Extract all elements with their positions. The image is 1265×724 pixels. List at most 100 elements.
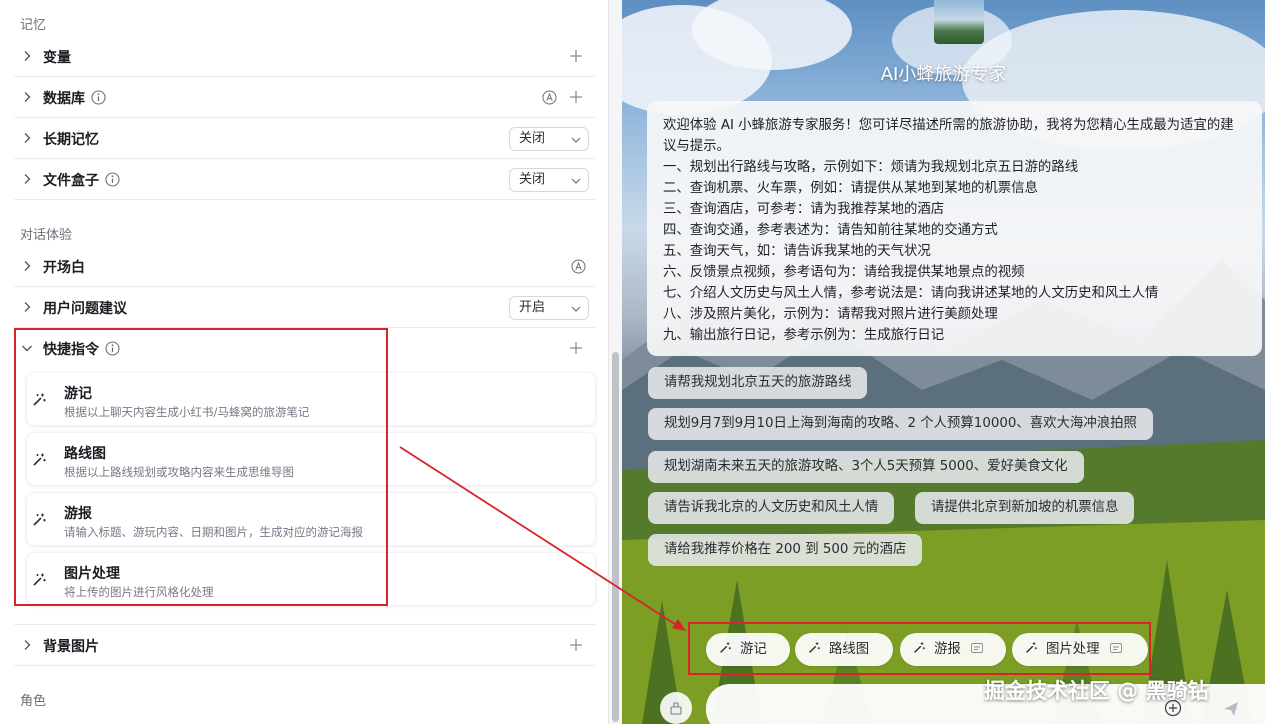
plus-icon[interactable] (568, 48, 584, 64)
plus-icon[interactable] (568, 89, 584, 105)
magic-wand-icon (807, 641, 821, 655)
chevron-down-icon (20, 341, 34, 355)
chat-preview: AI小蜂旅游专家 欢迎体验 AI 小蜂旅游专家服务！您可详尽描述所需的旅游协助，… (622, 0, 1265, 724)
magic-wand-icon (31, 392, 47, 408)
info-icon[interactable] (91, 90, 106, 105)
row-shortcuts[interactable]: 快捷指令 (14, 328, 596, 369)
section-title-memory: 记忆 (20, 18, 47, 33)
welcome-line: 八、涉及照片美化，示例为：请帮我对照片进行美颜处理 (663, 307, 998, 322)
plus-icon[interactable] (568, 637, 584, 653)
suggestion-chip[interactable]: 请帮我规划北京五天的旅游路线 (648, 367, 868, 399)
row-background[interactable]: 背景图片 (14, 625, 596, 666)
row-label: 长期记忆 (43, 132, 99, 148)
chevron-right-icon (20, 172, 34, 186)
welcome-line: 五、查询天气，如：请告诉我某地的天气状况 (663, 244, 931, 259)
send-icon[interactable] (1222, 700, 1240, 718)
watermark: 掘金技术社区 @ 黑骑钻 (984, 679, 1209, 703)
suggestions-select[interactable]: 开启 (509, 296, 589, 320)
info-icon[interactable] (105, 172, 120, 187)
shortcut-pill-tupianchuli[interactable]: 图片处理 (1012, 633, 1148, 666)
magic-wand-icon (1024, 641, 1038, 655)
welcome-message: 欢迎体验 AI 小蜂旅游专家服务！您可详尽描述所需的旅游协助，我将为您精心生成最… (647, 101, 1262, 356)
pill-label: 游记 (740, 642, 767, 657)
shortcut-desc: 根据以上路线规划或攻略内容来生成思维导图 (64, 465, 294, 479)
shortcut-desc: 根据以上聊天内容生成小红书/马蜂窝的旅游笔记 (64, 405, 310, 419)
section-title-role: 角色 (20, 694, 47, 709)
row-long-memory[interactable]: 长期记忆 关闭 (14, 118, 596, 159)
shortcut-desc: 请输入标题、游玩内容、日期和图片，生成对应的游记海报 (64, 525, 363, 539)
chevron-right-icon (20, 300, 34, 314)
shortcut-desc: 将上传的图片进行风格化处理 (64, 585, 214, 599)
shortcut-card[interactable]: 图片处理 将上传的图片进行风格化处理 (26, 552, 596, 606)
welcome-line: 一、规划出行路线与攻略，示例如下：烦请为我规划北京五日游的路线 (663, 160, 1079, 175)
pill-label: 游报 (934, 642, 961, 657)
chevron-right-icon (20, 90, 34, 104)
shortcut-pill-youji[interactable]: 游记 (706, 633, 790, 666)
magic-wand-icon (31, 452, 47, 468)
select-value: 开启 (519, 300, 546, 315)
chevron-right-icon (20, 259, 34, 273)
shortcut-pill-luxiantu[interactable]: 路线图 (795, 633, 893, 666)
suggestion-chip[interactable]: 规划9月7到9月10日上海到海南的攻略、2 个人预算10000、喜欢大海冲浪拍照 (648, 408, 1153, 440)
row-file-box[interactable]: 文件盒子 关闭 (14, 159, 596, 200)
shortcut-title: 游报 (64, 506, 92, 522)
section-title-dialog: 对话体验 (20, 228, 73, 243)
shortcut-title: 图片处理 (64, 566, 120, 582)
bot-avatar (934, 0, 984, 44)
pill-label: 图片处理 (1046, 642, 1100, 657)
pill-label: 路线图 (829, 642, 870, 657)
welcome-line: 欢迎体验 AI 小蜂旅游专家服务！您可详尽描述所需的旅游协助，我将为您精心生成最… (663, 118, 1234, 154)
suggestion-chip[interactable]: 规划湖南未来五天的旅游攻略、3个人5天预算 5000、爱好美食文化 (648, 451, 1084, 483)
chevron-right-icon (20, 49, 34, 63)
row-label: 开场白 (43, 260, 85, 276)
caret-down-icon (570, 134, 582, 146)
caret-down-icon (570, 175, 582, 187)
row-variables[interactable]: 变量 (14, 36, 596, 77)
welcome-line: 六、反馈景点视频，参考语句为：请给我提供某地景点的视频 (663, 265, 1025, 280)
select-value: 关闭 (519, 172, 546, 187)
shortcut-card[interactable]: 游报 请输入标题、游玩内容、日期和图片，生成对应的游记海报 (26, 492, 596, 546)
suggestion-chip[interactable]: 请提供北京到新加坡的机票信息 (915, 492, 1135, 524)
shortcut-title: 路线图 (64, 446, 106, 462)
welcome-line: 九、输出旅行日记，参考示例为：生成旅行日记 (663, 328, 945, 343)
row-label: 文件盒子 (43, 173, 99, 189)
chevron-right-icon (20, 638, 34, 652)
caret-down-icon (570, 303, 582, 315)
row-label: 背景图片 (43, 639, 99, 655)
row-database[interactable]: 数据库 (14, 77, 596, 118)
suggestion-chip[interactable]: 请给我推荐价格在 200 到 500 元的酒店 (648, 534, 923, 566)
auto-icon (542, 90, 557, 105)
long-memory-select[interactable]: 关闭 (509, 127, 589, 151)
welcome-line: 七、介绍人文历史与风土人情，参考说法是：请向我讲述某地的人文历史和风土人情 (663, 286, 1159, 301)
welcome-line: 二、查询机票、火车票，例如：请提供从某地到某地的机票信息 (663, 181, 1038, 196)
file-box-select[interactable]: 关闭 (509, 168, 589, 192)
row-label: 用户问题建议 (43, 301, 127, 317)
shortcut-pill-youbao[interactable]: 游报 (900, 633, 1006, 666)
welcome-line: 三、查询酒店，可参考：请为我推荐某地的酒店 (663, 202, 945, 217)
info-icon[interactable] (105, 341, 120, 356)
chevron-right-icon (20, 131, 34, 145)
row-opening[interactable]: 开场白 (14, 246, 596, 287)
bot-name: AI小蜂旅游专家 (880, 64, 1007, 85)
row-label: 数据库 (43, 91, 85, 107)
magic-wand-icon (912, 641, 926, 655)
magic-wand-icon (31, 512, 47, 528)
welcome-line: 四、查询交通，参考表述为：请告知前往某地的交通方式 (663, 223, 998, 238)
auto-icon (571, 259, 586, 274)
row-label: 快捷指令 (43, 342, 99, 358)
row-label: 变量 (43, 50, 71, 66)
clear-context-icon[interactable] (660, 692, 692, 724)
plus-icon[interactable] (568, 340, 584, 356)
row-suggestions[interactable]: 用户问题建议 开启 (14, 287, 596, 328)
scrollbar-thumb[interactable] (612, 352, 619, 722)
bot-config-panel: 记忆 变量 数据库 长期记忆 关闭 文件盒子 关闭 对话体验 开场白 用户问题建… (0, 0, 608, 724)
shortcut-card[interactable]: 游记 根据以上聊天内容生成小红书/马蜂窝的旅游笔记 (26, 372, 596, 426)
suggestion-chip[interactable]: 请告诉我北京的人文历史和风土人情 (648, 492, 895, 524)
shortcut-title: 游记 (64, 386, 92, 402)
select-value: 关闭 (519, 131, 546, 146)
scrollbar[interactable] (608, 0, 622, 724)
form-icon (1109, 643, 1122, 653)
magic-wand-icon (718, 641, 732, 655)
form-icon (970, 643, 983, 653)
shortcut-card[interactable]: 路线图 根据以上路线规划或攻略内容来生成思维导图 (26, 432, 596, 486)
